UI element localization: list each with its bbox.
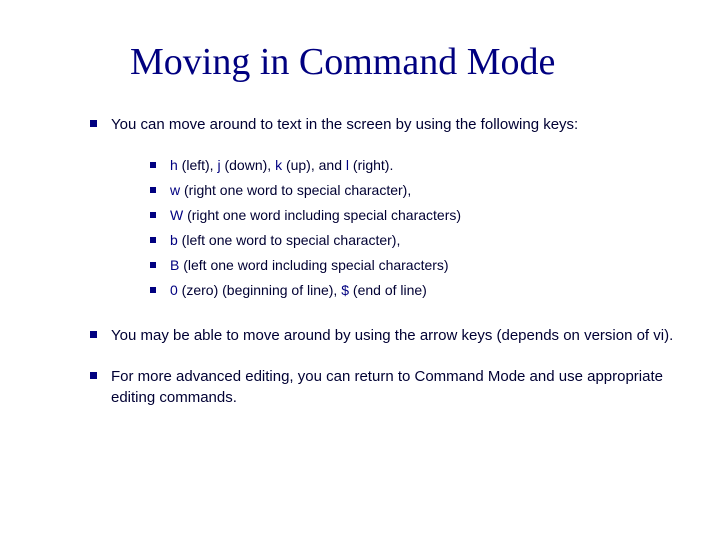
paragraph-text: You can move around to text in the scree… <box>111 114 578 135</box>
key-b: b <box>170 232 178 248</box>
list-item-text: B (left one word including special chara… <box>170 255 449 276</box>
bullet-icon <box>90 331 97 338</box>
list-item: 0 (zero) (beginning of line), $ (end of … <box>150 280 680 301</box>
key-w: w <box>170 182 180 198</box>
key-0: 0 <box>170 282 178 298</box>
list-item-text: W (right one word including special char… <box>170 205 461 226</box>
page-title: Moving in Command Mode <box>130 40 680 84</box>
sub-bullet-group: h (left), j (down), k (up), and l (right… <box>40 155 680 301</box>
key-h: h <box>170 157 178 173</box>
slide-container: Moving in Command Mode You can move arou… <box>0 0 720 448</box>
paragraph-3: For more advanced editing, you can retur… <box>90 366 680 408</box>
key-dollar: $ <box>341 282 349 298</box>
list-item-text: h (left), j (down), k (up), and l (right… <box>170 155 393 176</box>
list-item: b (left one word to special character), <box>150 230 680 251</box>
list-item-text: w (right one word to special character), <box>170 180 411 201</box>
list-item: W (right one word including special char… <box>150 205 680 226</box>
bullet-icon <box>150 237 156 243</box>
paragraph-1: You can move around to text in the scree… <box>90 114 680 135</box>
list-item: B (left one word including special chara… <box>150 255 680 276</box>
bullet-icon <box>150 162 156 168</box>
bullet-icon <box>150 187 156 193</box>
key-B: B <box>170 257 179 273</box>
list-item-text: 0 (zero) (beginning of line), $ (end of … <box>170 280 427 301</box>
bullet-icon <box>150 212 156 218</box>
bullet-icon <box>150 262 156 268</box>
key-W: W <box>170 207 183 223</box>
bullet-icon <box>150 287 156 293</box>
list-item: h (left), j (down), k (up), and l (right… <box>150 155 680 176</box>
paragraph-text: You may be able to move around by using … <box>111 325 673 346</box>
bullet-icon <box>90 372 97 379</box>
list-item: w (right one word to special character), <box>150 180 680 201</box>
paragraph-2: You may be able to move around by using … <box>90 325 680 346</box>
bullet-icon <box>90 120 97 127</box>
paragraph-text: For more advanced editing, you can retur… <box>111 366 680 408</box>
list-item-text: b (left one word to special character), <box>170 230 400 251</box>
key-k: k <box>275 157 282 173</box>
